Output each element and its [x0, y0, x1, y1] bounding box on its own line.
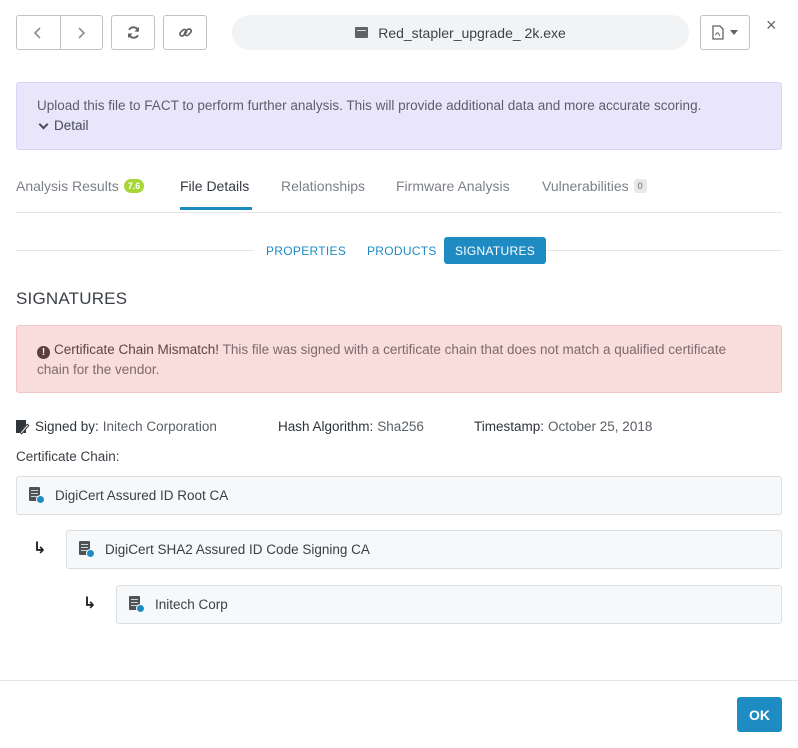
- main-tabs: Analysis Results 7.6 File Details Relati…: [16, 168, 782, 213]
- signature-icon: [16, 420, 30, 435]
- hash-algorithm-label: Hash Algorithm:: [278, 419, 374, 434]
- hash-algorithm-value: Sha256: [377, 419, 424, 434]
- signed-by-label: Signed by:: [35, 419, 99, 434]
- back-button[interactable]: [17, 16, 60, 49]
- active-tab-indicator: [180, 207, 252, 210]
- chevron-right-icon: [78, 26, 86, 39]
- certificate-root: DigiCert Assured ID Root CA: [16, 476, 782, 515]
- footer-divider: [0, 680, 798, 681]
- exclamation-circle-icon: !: [37, 346, 50, 359]
- timestamp: Timestamp: October 25, 2018: [474, 419, 652, 434]
- certificate-chain-label: Certificate Chain:: [16, 449, 120, 464]
- link-icon: [178, 28, 192, 37]
- section-title: SIGNATURES: [16, 289, 128, 308]
- fact-info-banner: Upload this file to FACT to perform furt…: [16, 82, 782, 150]
- file-name: Red_stapler_upgrade_ 2k.exe: [378, 24, 566, 41]
- timestamp-value: October 25, 2018: [548, 419, 653, 434]
- hash-algorithm: Hash Algorithm: Sha256: [278, 419, 424, 434]
- timestamp-label: Timestamp:: [474, 419, 545, 434]
- tab-vulnerabilities[interactable]: Vulnerabilities 0: [542, 178, 647, 194]
- tab-firmware-analysis[interactable]: Firmware Analysis: [396, 178, 510, 194]
- certificate-leaf: Initech Corp: [116, 585, 782, 624]
- chain-arrow-icon: ↳: [33, 540, 47, 557]
- tab-label: Relationships: [281, 178, 366, 194]
- ok-button[interactable]: OK: [737, 697, 782, 732]
- pdf-report-icon: [712, 25, 724, 40]
- chain-arrow-icon: ↳: [83, 595, 97, 612]
- certificate-name: DigiCert SHA2 Assured ID Code Signing CA: [105, 542, 370, 557]
- tab-analysis-results[interactable]: Analysis Results 7.6: [16, 178, 145, 194]
- file-name-header: Red_stapler_upgrade_ 2k.exe: [232, 15, 689, 50]
- forward-button[interactable]: [59, 16, 103, 49]
- subtab-products[interactable]: PRODUCTS: [355, 237, 449, 264]
- tab-relationships[interactable]: Relationships: [281, 178, 365, 194]
- refresh-icon: [127, 26, 139, 39]
- signed-by: Signed by: Initech Corporation: [16, 419, 217, 435]
- tab-label: File Details: [180, 178, 250, 194]
- detail-label: Detail: [54, 118, 89, 133]
- tab-label: Analysis Results: [16, 178, 119, 194]
- certificate-icon: [29, 486, 45, 505]
- alert-title: Certificate Chain Mismatch!: [54, 342, 220, 357]
- certificate-intermediate: DigiCert SHA2 Assured ID Code Signing CA: [66, 530, 782, 569]
- caret-down-icon: [730, 30, 738, 35]
- certificate-icon: [129, 595, 145, 614]
- certificate-name: Initech Corp: [155, 597, 228, 612]
- tab-file-details[interactable]: File Details: [180, 178, 249, 194]
- vulnerability-count-badge: 0: [633, 179, 647, 193]
- tab-label: Firmware Analysis: [396, 178, 510, 194]
- subtab-properties[interactable]: PROPERTIES: [254, 237, 359, 264]
- detail-toggle[interactable]: Detail: [37, 118, 761, 133]
- tab-label: Vulnerabilities: [542, 178, 629, 194]
- info-banner-text: Upload this file to FACT to perform furt…: [37, 98, 702, 113]
- certificate-name: DigiCert Assured ID Root CA: [55, 488, 229, 503]
- chevron-left-icon: [34, 26, 41, 39]
- subtab-signatures[interactable]: SIGNATURES: [444, 237, 546, 264]
- chevron-down-icon: [38, 119, 49, 129]
- close-icon[interactable]: ×: [766, 15, 777, 35]
- certificate-icon: [79, 540, 95, 559]
- copy-link-button[interactable]: [163, 15, 207, 50]
- chain-mismatch-alert: ! Certificate Chain Mismatch! This file w…: [16, 325, 782, 393]
- window-file-icon: [355, 27, 369, 38]
- score-badge: 7.6: [123, 179, 145, 193]
- refresh-button[interactable]: [111, 15, 155, 50]
- signed-by-value: Initech Corporation: [102, 419, 217, 434]
- history-nav-group: [16, 15, 103, 50]
- report-dropdown-button[interactable]: [700, 15, 750, 50]
